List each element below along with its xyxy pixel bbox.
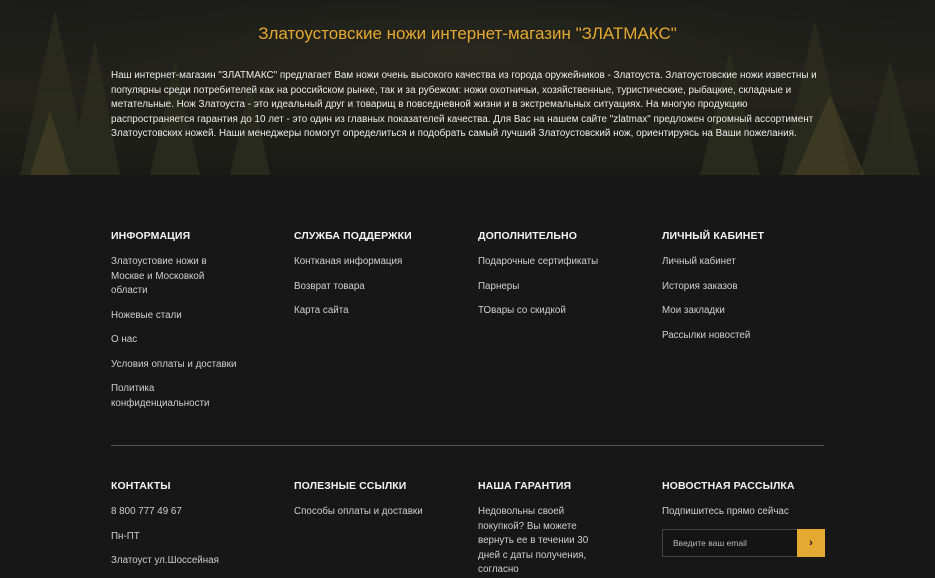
account-link-cabinet[interactable]: Личный кабинет [662, 255, 812, 270]
email-input[interactable] [662, 529, 797, 557]
useful-link-payment-delivery[interactable]: Способы оплаты и доставки [294, 505, 444, 520]
info-link-payment-delivery[interactable]: Условия оплаты и доставки [111, 358, 261, 373]
contact-phone[interactable]: 8 800 777 49 67 [111, 505, 261, 520]
newsletter-heading: НОВОСТНАЯ РАССЫЛКА [662, 480, 795, 492]
support-link-sitemap[interactable]: Карта сайта [294, 304, 444, 319]
newsletter-column: НОВОСТНАЯ РАССЫЛКА Подпишитесь прямо сей… [662, 480, 832, 520]
account-column: ЛИЧНЫЙ КАБИНЕТ Личный кабинет История за… [662, 230, 812, 343]
extra-heading: ДОПОЛНИТЕЛЬНО [478, 230, 577, 242]
newsletter-subtitle: Подпишитесь прямо сейчас [662, 506, 789, 517]
account-link-bookmarks[interactable]: Мои закладки [662, 304, 812, 319]
extra-link-gift-certificates[interactable]: Подарочные сертификаты [478, 255, 628, 270]
site-footer: ИНФОРМАЦИЯ Златоустовие ножи в Москве и … [0, 175, 935, 578]
info-link-privacy[interactable]: Политика конфиденциальности [111, 382, 221, 411]
newsletter-form: › [662, 529, 825, 557]
contact-hours: Пн-ПТ [111, 530, 140, 542]
hero-banner: Златоустовские ножи интернет-магазин "ЗЛ… [0, 0, 935, 175]
support-column: СЛУЖБА ПОДДЕРЖКИ Контканая информация Во… [294, 230, 444, 319]
useful-links-column: ПОЛЕЗНЫЕ ССЫЛКИ Способы оплаты и доставк… [294, 480, 444, 520]
page-title: Златоустовские ножи интернет-магазин "ЗЛ… [258, 24, 677, 43]
intro-text: Наш интернет-магазин "ЗЛАТМАКС" предлага… [111, 70, 817, 140]
guarantee-column: НАША ГАРАНТИЯ Недовольны своей покупкой?… [478, 480, 590, 578]
guarantee-text: Недовольны своей покупкой? Вы можете вер… [478, 506, 589, 575]
extra-link-discounts[interactable]: ТОвары со скидкой [478, 304, 628, 319]
guarantee-heading: НАША ГАРАНТИЯ [478, 480, 572, 492]
info-link-moscow[interactable]: Златоустовие ножи в Москве и Московкой о… [111, 255, 221, 299]
support-link-returns[interactable]: Возврат товара [294, 280, 444, 295]
extra-link-partners[interactable]: Парнеры [478, 280, 628, 295]
useful-links-heading: ПОЛЕЗНЫЕ ССЫЛКИ [294, 480, 407, 492]
support-link-contacts[interactable]: Контканая информация [294, 255, 444, 270]
contacts-column: КОНТАКТЫ 8 800 777 49 67 Пн-ПТ Златоуст … [111, 480, 261, 569]
contacts-heading: КОНТАКТЫ [111, 480, 171, 492]
info-link-about[interactable]: О нас [111, 333, 261, 348]
info-link-steels[interactable]: Ножевые стали [111, 309, 261, 324]
contact-address: Златоуст ул.Шоссейная [111, 555, 219, 566]
footer-divider [111, 445, 824, 446]
account-link-newsletters[interactable]: Рассылки новостей [662, 329, 812, 344]
subscribe-button[interactable]: › [797, 529, 825, 557]
account-heading: ЛИЧНЫЙ КАБИНЕТ [662, 230, 765, 242]
account-link-order-history[interactable]: История заказов [662, 280, 812, 295]
info-column: ИНФОРМАЦИЯ Златоустовие ножи в Москве и … [111, 230, 261, 411]
support-heading: СЛУЖБА ПОДДЕРЖКИ [294, 230, 412, 242]
info-heading: ИНФОРМАЦИЯ [111, 230, 191, 242]
extra-column: ДОПОЛНИТЕЛЬНО Подарочные сертификаты Пар… [478, 230, 628, 319]
